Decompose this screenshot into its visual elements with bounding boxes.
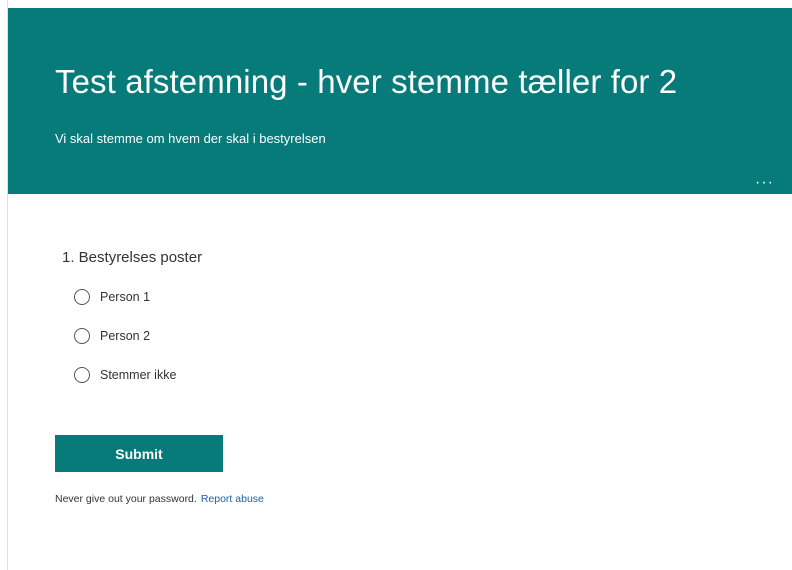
radio-button-icon[interactable]	[74, 289, 90, 305]
option-label: Person 2	[100, 329, 151, 343]
form-subtitle: Vi skal stemme om hvem der skal i bestyr…	[55, 131, 326, 146]
option-label: Person 1	[100, 290, 151, 304]
option-person-2[interactable]: Person 2	[74, 325, 150, 347]
option-stemmer-ikke[interactable]: Stemmer ikke	[74, 364, 176, 386]
form-page: Test afstemning - hver stemme tæller for…	[0, 0, 792, 570]
more-options-icon[interactable]: ···	[755, 175, 774, 191]
submit-button[interactable]: Submit	[55, 435, 223, 472]
form-header: Test afstemning - hver stemme tæller for…	[8, 8, 792, 194]
option-label: Stemmer ikke	[100, 368, 177, 382]
top-strip	[8, 0, 792, 8]
option-person-1[interactable]: Person 1	[74, 286, 150, 308]
question-title: 1. Bestyrelses poster	[62, 249, 203, 266]
footer-notice: Never give out your password. Report abus…	[55, 492, 264, 506]
form-title: Test afstemning - hver stemme tæller for…	[55, 63, 678, 100]
report-abuse-link[interactable]: Report abuse	[201, 493, 264, 505]
radio-button-icon[interactable]	[74, 367, 90, 383]
password-notice: Never give out your password.	[55, 493, 197, 505]
radio-button-icon[interactable]	[74, 328, 90, 344]
